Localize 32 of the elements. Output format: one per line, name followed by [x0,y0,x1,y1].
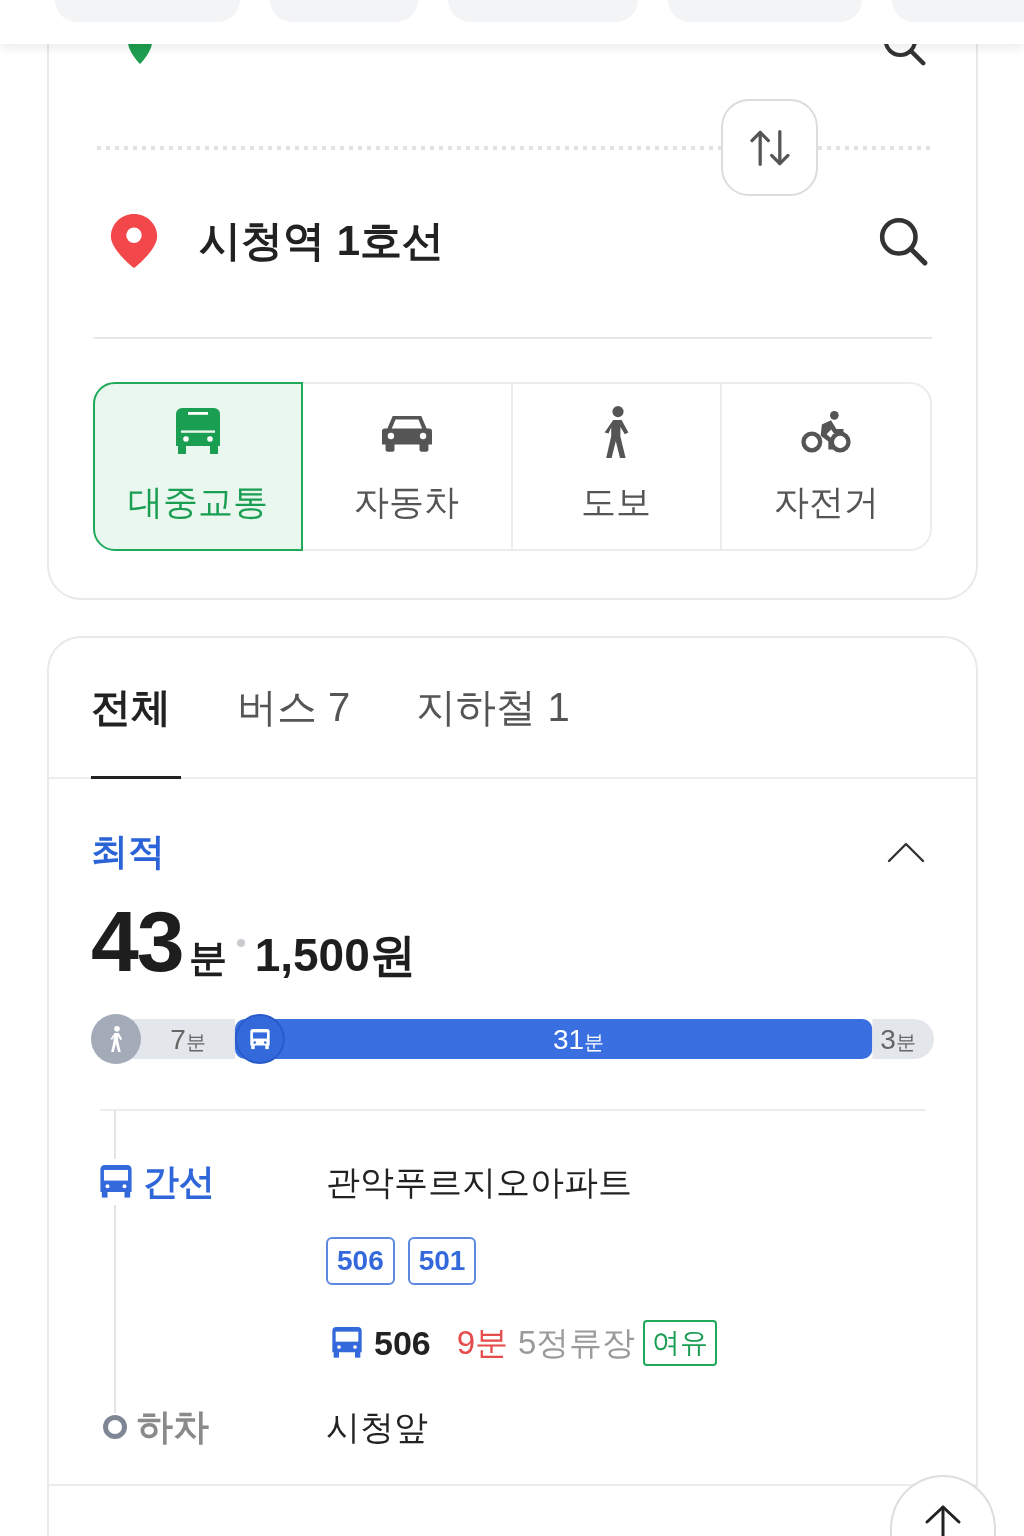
fare: 1,500원 [254,928,416,983]
crowding-badge: 여유 [643,1320,718,1366]
arrival-time: 9분 [456,1322,509,1363]
travel-mode-tab[interactable]: 자전거 [720,382,932,551]
tab[interactable]: 버스 7 [237,673,361,779]
travel-mode-tab[interactable]: 도보 [510,382,723,551]
bus-number-badge[interactable]: 501 [407,1237,477,1285]
route-tag: 최적 [91,830,165,874]
swap-button[interactable] [721,99,818,196]
tab[interactable]: 지하철 1 [416,673,580,779]
duration-label: 7분 [170,1024,206,1055]
stop-name[interactable]: 관악푸르지오아파트 [326,1163,632,1201]
bus-icon [99,1163,133,1201]
stops-away: 5정류장 [518,1322,636,1363]
pin-icon [128,44,152,64]
duration-label: 3분 [880,1024,916,1055]
chevron-up-icon[interactable] [887,841,925,863]
stop-name[interactable]: 시청앞 [326,1408,428,1446]
search-icon[interactable] [878,216,928,266]
bus-number-badge[interactable]: 506 [326,1237,395,1285]
pin-icon [110,214,158,268]
duration-label: 31분 [553,1024,605,1055]
travel-mode-tab[interactable]: 자동차 [300,382,513,551]
tab[interactable]: 전체 [91,673,181,779]
ring-icon [103,1415,127,1439]
bus-number: 506 [374,1323,431,1363]
separator-dot-icon [236,939,245,947]
total-duration: 43 분 [91,892,227,991]
destination-name[interactable]: 시청역 1호선 [199,213,445,269]
alight-label: 하차 [137,1407,209,1447]
bus-icon [331,1325,363,1361]
bus-type-label: 간선 [143,1162,215,1202]
